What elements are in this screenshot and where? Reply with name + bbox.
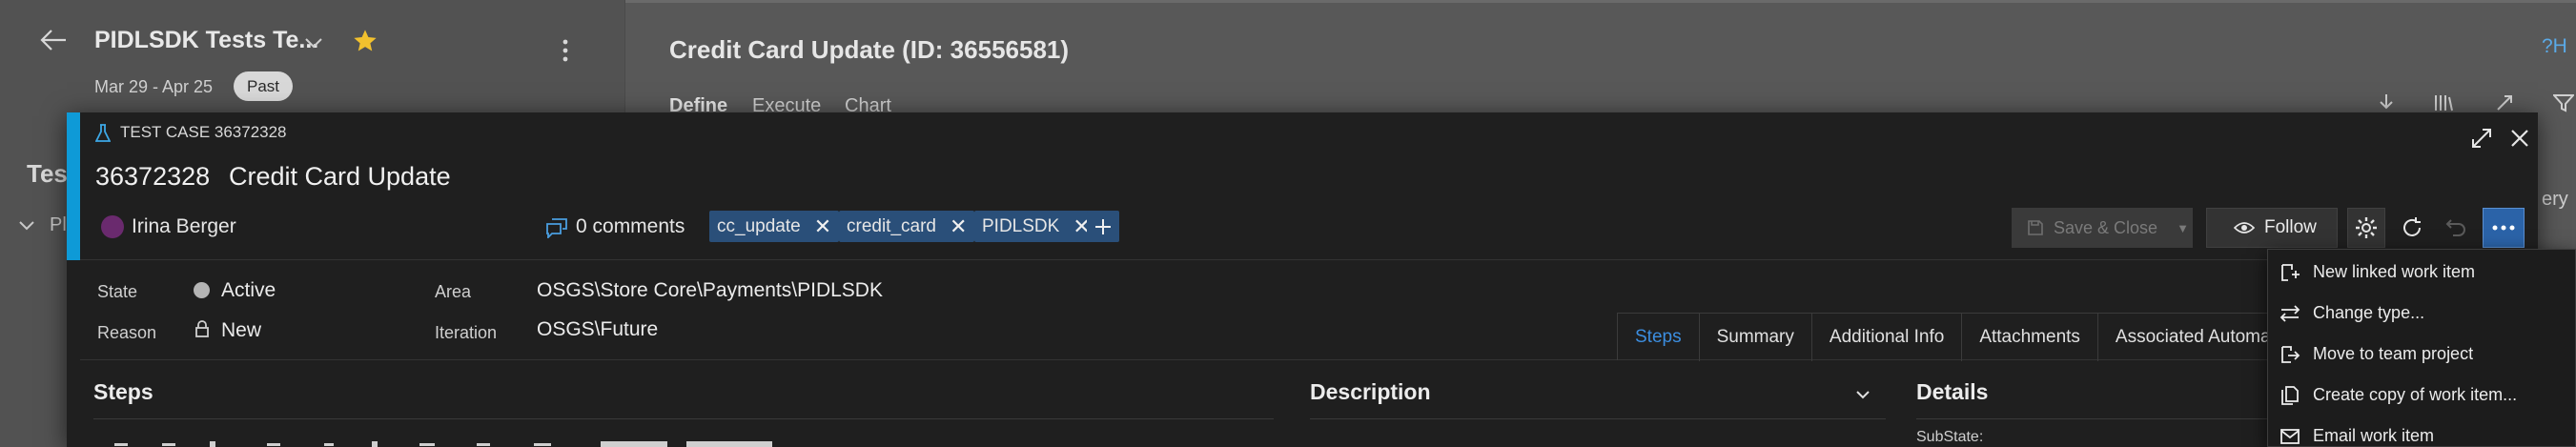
work-item-title[interactable]: Credit Card Update (229, 162, 451, 192)
type-color-bar (67, 112, 80, 260)
back-arrow-icon[interactable] (34, 23, 72, 57)
comments-count[interactable]: 0 comments (576, 215, 685, 238)
expand-chevron-icon[interactable] (15, 214, 38, 237)
steps-underline (93, 418, 1274, 419)
star-icon[interactable] (349, 25, 381, 57)
pl-partial-label: Pl (50, 214, 67, 235)
menu-item-new-linked-work-item[interactable]: New linked work item (2268, 252, 2576, 293)
remove-tag-icon[interactable]: ✕ (814, 214, 831, 239)
beaker-icon (93, 123, 112, 144)
new-linked-icon (2278, 260, 2302, 285)
menu-item-label: Email work item (2313, 426, 2435, 445)
move-icon (2278, 342, 2302, 367)
steps-heading: Steps (93, 379, 153, 404)
refresh-icon[interactable] (2393, 208, 2431, 248)
avatar[interactable] (101, 215, 124, 238)
state-value[interactable]: Active (221, 279, 276, 302)
menu-item-move-to-team-project[interactable]: Move to team project (2268, 334, 2576, 375)
description-underline (1310, 418, 1886, 419)
work-item-id: 36372328 (95, 162, 211, 191)
tag-label: cc_update (717, 215, 801, 236)
tab-attachments[interactable]: Attachments (1962, 314, 2098, 361)
chevron-down-icon[interactable] (299, 29, 328, 57)
follow-button[interactable]: Follow (2206, 208, 2338, 248)
follow-label: Follow (2264, 217, 2317, 237)
tag-cc-update[interactable]: cc_update ✕ (709, 211, 840, 242)
work-item-dialog: TEST CASE 36372328 36372328 Credit Card … (67, 112, 2538, 447)
column-options-icon[interactable] (2431, 91, 2456, 114)
save-dropdown-chevron-icon[interactable]: ▼ (2177, 221, 2189, 235)
area-label: Area (435, 282, 472, 301)
menu-item-label: New linked work item (2313, 262, 2476, 281)
state-dot-icon (194, 282, 210, 298)
tab-summary[interactable]: Summary (1700, 314, 1812, 361)
save-close-label: Save & Close (2054, 217, 2158, 237)
iteration-label: Iteration (435, 323, 498, 342)
menu-item-create-copy[interactable]: Create copy of work item... (2268, 375, 2576, 416)
comments-icon[interactable] (543, 215, 570, 240)
close-icon[interactable] (2505, 124, 2534, 152)
menu-item-label: Move to team project (2313, 344, 2474, 363)
iteration-value[interactable]: OSGS\Future (537, 318, 658, 341)
help-partial[interactable]: ?H (2542, 35, 2567, 58)
menu-item-email-work-item[interactable]: Email work item (2268, 416, 2576, 447)
menu-item-change-type[interactable]: Change type... (2268, 293, 2576, 334)
steps-toolbar-partial (105, 439, 829, 447)
description-heading: Description (1310, 379, 1431, 404)
plan-title[interactable]: PIDLSDK Tests Te... (94, 27, 318, 54)
save-close-button[interactable]: Save & Close ▼ (2012, 208, 2193, 248)
tag-credit-card[interactable]: credit_card ✕ (839, 211, 975, 242)
download-icon[interactable] (2374, 91, 2399, 114)
fullscreen-icon[interactable] (2492, 91, 2517, 114)
eye-icon (2234, 222, 2255, 234)
lock-icon (194, 318, 211, 339)
more-actions-button[interactable] (2483, 208, 2525, 248)
description-collapse-chevron-icon[interactable] (1853, 385, 1872, 404)
mail-icon (2278, 424, 2302, 447)
tag-pidlsdk[interactable]: PIDLSDK ✕ (974, 211, 1098, 242)
menu-item-label: Change type... (2313, 303, 2425, 322)
settings-gear-icon[interactable] (2347, 208, 2385, 248)
area-value[interactable]: OSGS\Store Core\Payments\PIDLSDK (537, 279, 883, 302)
substate-label: SubState: (1916, 429, 1984, 445)
suite-title: Credit Card Update (ID: 36556581) (669, 35, 1070, 64)
copy-icon (2278, 383, 2302, 408)
details-heading: Details (1916, 379, 1989, 404)
filter-icon[interactable] (2551, 91, 2576, 114)
undo-icon[interactable] (2437, 208, 2475, 248)
tag-label: PIDLSDK (982, 215, 1060, 236)
tag-label: credit_card (847, 215, 936, 236)
menu-item-label: Create copy of work item... (2313, 385, 2518, 404)
work-item-type-label: TEST CASE 36372328 (120, 123, 287, 141)
reason-label: Reason (97, 323, 157, 342)
add-tag-button[interactable] (1087, 211, 1119, 242)
change-type-icon (2278, 301, 2302, 326)
state-label: State (97, 282, 138, 301)
more-actions-menu: New linked work item Change type... Move… (2267, 249, 2576, 447)
remove-tag-icon[interactable]: ✕ (950, 214, 967, 239)
maximize-icon[interactable] (2467, 124, 2496, 152)
reason-value[interactable]: New (221, 319, 261, 342)
more-vertical-icon[interactable] (553, 34, 578, 67)
save-icon (2028, 220, 2043, 235)
work-item-tabs: Steps Summary Additional Info Attachment… (1617, 313, 2320, 361)
tab-steps[interactable]: Steps (1618, 314, 1700, 361)
tab-additional-info[interactable]: Additional Info (1812, 314, 1963, 361)
past-badge: Past (234, 71, 294, 101)
date-range: Mar 29 - Apr 25 (94, 77, 214, 96)
assigned-to[interactable]: Irina Berger (132, 215, 236, 238)
query-partial: ery (2542, 189, 2568, 210)
